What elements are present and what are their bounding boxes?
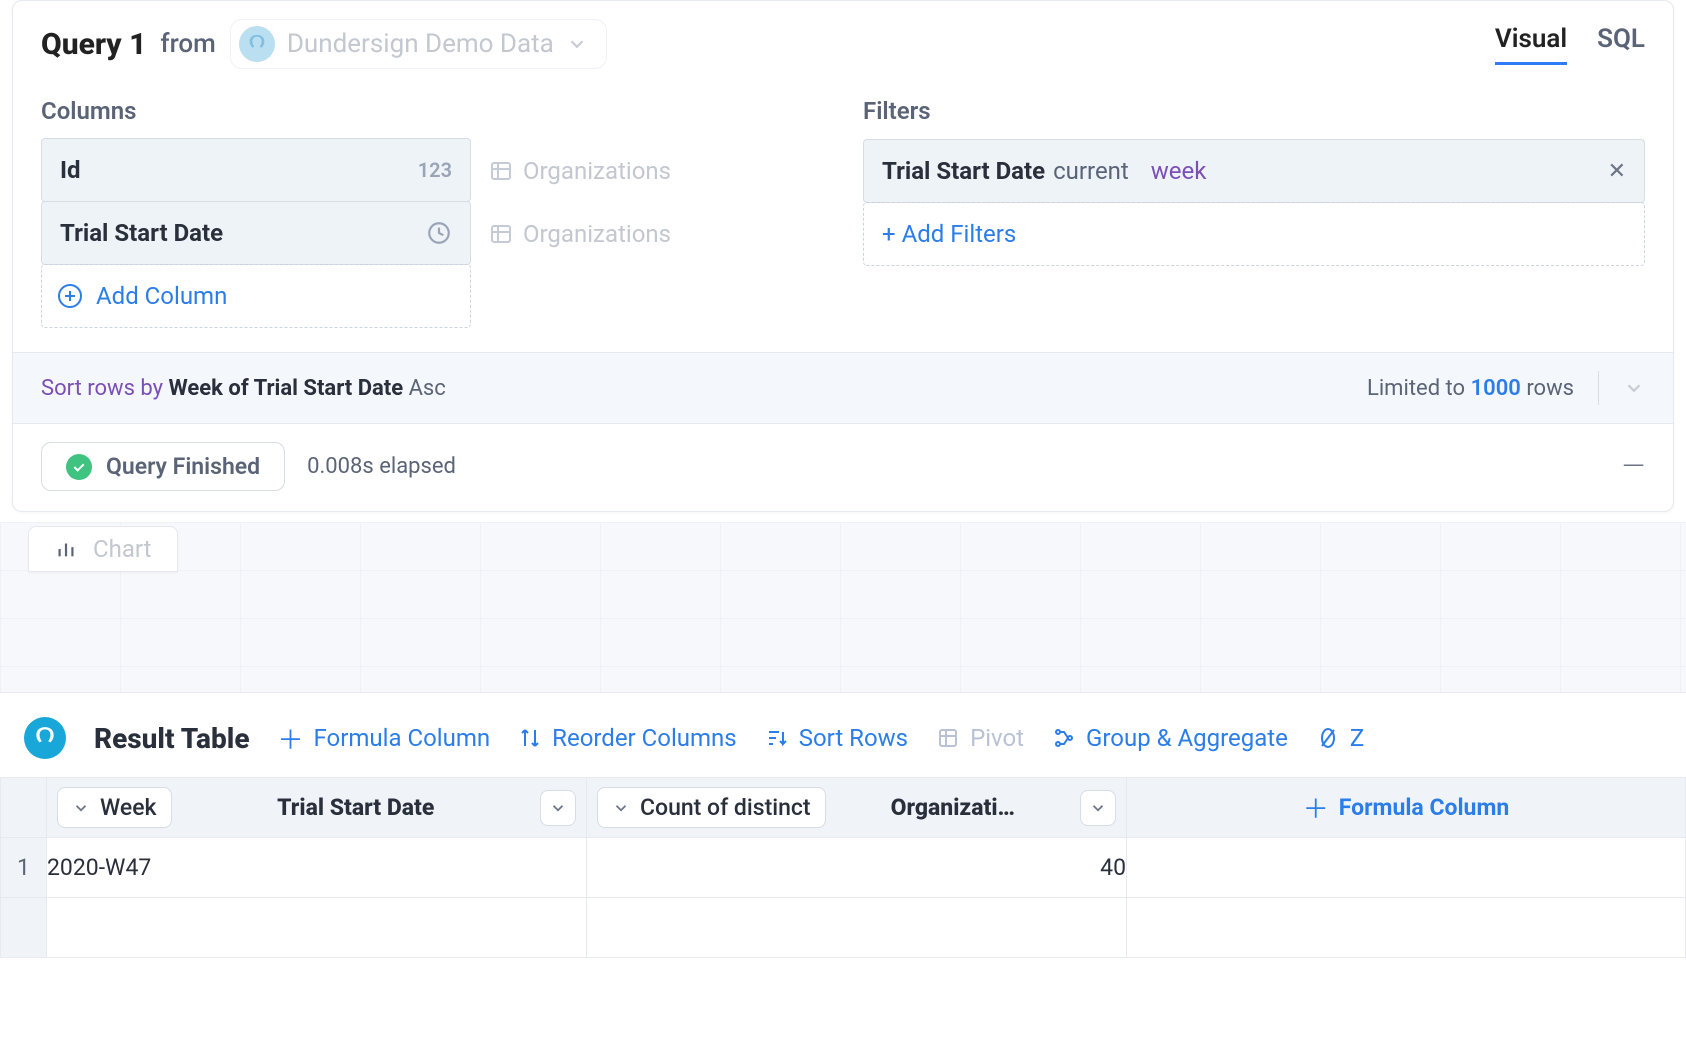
- column-source: Organizations: [489, 157, 671, 185]
- filter-field: Trial Start Date: [882, 157, 1045, 185]
- chevron-down-icon: [566, 33, 588, 55]
- chevron-down-icon: [1089, 799, 1107, 817]
- columns-section: Columns Id 123 Organizations Trial Start…: [41, 97, 823, 328]
- limit-text[interactable]: Limited to 1000 rows: [1367, 376, 1574, 401]
- filters-section: Filters Trial Start Date current week ✕ …: [863, 97, 1645, 328]
- col-header-count: Count of distinct Organizati…: [587, 778, 1127, 838]
- tool-zero-fill[interactable]: Z: [1316, 724, 1364, 752]
- chart-tab[interactable]: Chart: [28, 526, 178, 572]
- row-number: 1: [1, 838, 47, 898]
- add-filter-button[interactable]: + Add Filters: [863, 202, 1645, 266]
- collapse-button[interactable]: —: [1622, 449, 1645, 484]
- row-number-header: [1, 778, 47, 838]
- column-source: Organizations: [489, 220, 671, 248]
- check-circle-icon: [66, 454, 92, 480]
- datasource-picker[interactable]: Dundersign Demo Data: [230, 19, 607, 69]
- column-name: Id: [60, 156, 81, 184]
- sort-summary[interactable]: Sort rows by Week of Trial Start Date As…: [41, 376, 446, 401]
- group-icon: [1052, 726, 1076, 750]
- chevron-down-icon: [612, 799, 630, 817]
- plus-circle-icon: [58, 284, 82, 308]
- column-chip-id[interactable]: Id 123: [41, 138, 471, 202]
- tab-sql[interactable]: SQL: [1597, 24, 1645, 65]
- elapsed-text: 0.008s elapsed: [307, 454, 456, 479]
- col-menu-button[interactable]: [1080, 790, 1116, 826]
- query-from-group: Query 1 from Dundersign Demo Data: [41, 19, 607, 69]
- col-menu-button[interactable]: [540, 790, 576, 826]
- result-title: Result Table: [94, 722, 250, 755]
- col-header-label: Organizati…: [836, 794, 1070, 821]
- cell-count[interactable]: 40: [587, 838, 1127, 898]
- divider: [1598, 371, 1599, 405]
- plus-icon: ＋: [1303, 789, 1329, 826]
- sort-bar: Sort rows by Week of Trial Start Date As…: [13, 352, 1673, 424]
- add-column-button[interactable]: Add Column: [41, 264, 471, 328]
- status-bar: Query Finished 0.008s elapsed —: [13, 424, 1673, 511]
- remove-filter-icon[interactable]: ✕: [1608, 159, 1626, 184]
- col-header-label: Trial Start Date: [182, 794, 530, 821]
- chevron-down-icon: [549, 799, 567, 817]
- reorder-icon: [518, 726, 542, 750]
- columns-title: Columns: [41, 97, 823, 125]
- tool-formula-column[interactable]: ＋Formula Column: [278, 720, 491, 757]
- query-status-pill[interactable]: Query Finished: [41, 442, 285, 491]
- agg-picker-week[interactable]: Week: [57, 787, 172, 828]
- table-icon: [489, 159, 513, 183]
- column-row: Trial Start Date Organizations: [41, 202, 823, 265]
- column-chip-trial-start-date[interactable]: Trial Start Date: [41, 201, 471, 265]
- postgres-icon: [239, 26, 275, 62]
- result-toolbar: Result Table ＋Formula Column Reorder Col…: [0, 692, 1686, 777]
- chevron-down-icon[interactable]: [1623, 377, 1645, 399]
- pivot-icon: [936, 726, 960, 750]
- filters-title: Filters: [863, 97, 1645, 125]
- sort-icon: [765, 726, 789, 750]
- tool-reorder-columns[interactable]: Reorder Columns: [518, 724, 737, 752]
- column-row: Id 123 Organizations: [41, 139, 823, 202]
- col-header-formula: ＋ Formula Column: [1127, 778, 1686, 838]
- cell-empty: [1127, 838, 1686, 898]
- panel-head: Query 1 from Dundersign Demo Data Visual…: [13, 1, 1673, 73]
- tool-group-aggregate[interactable]: Group & Aggregate: [1052, 724, 1288, 752]
- query-title: Query 1: [41, 27, 146, 62]
- from-word: from: [160, 29, 215, 59]
- chart-canvas: Chart: [0, 522, 1686, 692]
- builder-sections: Columns Id 123 Organizations Trial Start…: [13, 73, 1673, 336]
- chevron-down-icon: [72, 799, 90, 817]
- bar-chart-icon: [55, 538, 77, 560]
- postgres-icon: [24, 717, 66, 759]
- limit-control: Limited to 1000 rows: [1367, 371, 1645, 405]
- clock-icon: [426, 220, 452, 246]
- cell-week[interactable]: 2020-W47: [47, 838, 587, 898]
- number-type-icon: 123: [418, 158, 452, 182]
- table-row: [1, 898, 1686, 958]
- col-header-week: Week Trial Start Date: [47, 778, 587, 838]
- tool-sort-rows[interactable]: Sort Rows: [765, 724, 908, 752]
- filter-chip[interactable]: Trial Start Date current week ✕: [863, 139, 1645, 203]
- agg-picker-count[interactable]: Count of distinct: [597, 787, 826, 828]
- slash-zero-icon: [1316, 726, 1340, 750]
- table-row: 1 2020-W47 40: [1, 838, 1686, 898]
- table-icon: [489, 222, 513, 246]
- datasource-name: Dundersign Demo Data: [287, 29, 554, 59]
- tab-visual[interactable]: Visual: [1495, 24, 1567, 65]
- mode-tabs: Visual SQL: [1495, 24, 1645, 65]
- query-panel: Query 1 from Dundersign Demo Data Visual…: [12, 0, 1674, 512]
- filter-value: week: [1151, 157, 1207, 185]
- add-formula-column[interactable]: ＋ Formula Column: [1127, 789, 1685, 826]
- filter-op: current: [1053, 157, 1129, 185]
- result-table: Week Trial Start Date Count of distinct …: [0, 777, 1686, 958]
- tool-pivot: Pivot: [936, 724, 1024, 752]
- column-name: Trial Start Date: [60, 219, 223, 247]
